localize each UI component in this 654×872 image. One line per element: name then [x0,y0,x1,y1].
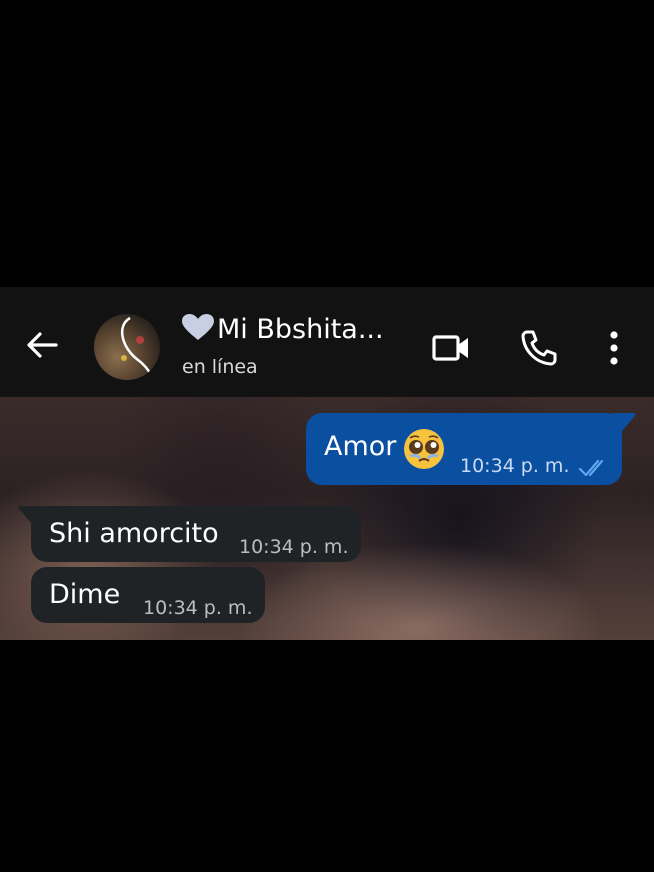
message-text: Shi amorcito [49,518,219,549]
video-call-button[interactable] [428,325,474,371]
message-bubble-outgoing[interactable]: Amor 10:34 p. m. [306,413,622,485]
message-timestamp: 10:34 p. m. [239,536,349,558]
message-list[interactable]: Amor 10:34 p. m. Shi amorcito 10:34 p. m… [0,397,654,640]
contact-name-text: Mi Bbshita... [217,314,384,345]
contact-avatar[interactable] [94,314,160,380]
message-text: Dime [49,579,121,610]
message-timestamp: 10:34 p. m. [143,597,253,619]
arrow-left-icon [27,332,58,358]
more-vert-icon [610,331,618,365]
double-check-read-icon [578,459,604,477]
message-text: Amor [324,431,397,462]
pleading-face-emoji-icon [404,429,444,469]
contact-name[interactable]: Mi Bbshita... [181,313,384,345]
back-button[interactable] [20,323,64,367]
chat-screen: Mi Bbshita... en línea Amor 10:34 p. m. … [0,0,654,872]
voice-call-button[interactable] [516,325,562,371]
video-camera-icon [432,335,468,361]
message-bubble-incoming[interactable]: Dime 10:34 p. m. [31,567,265,623]
chat-header: Mi Bbshita... en línea [0,287,654,397]
avatar-photo [120,316,154,379]
phone-icon [521,330,557,366]
message-bubble-incoming[interactable]: Shi amorcito 10:34 p. m. [31,506,361,562]
presence-status: en línea [182,356,258,378]
heart-icon [182,314,214,340]
overflow-menu-button[interactable] [596,325,632,371]
message-timestamp: 10:34 p. m. [460,455,570,477]
